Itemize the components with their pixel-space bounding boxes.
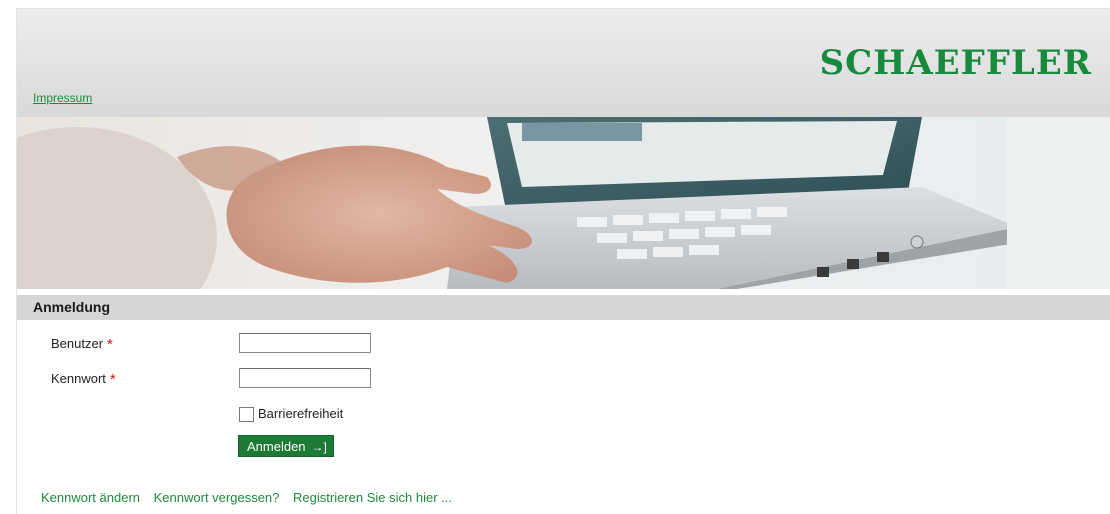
required-marker: * [107,336,113,353]
section-title: Anmeldung [33,299,110,315]
laptop-hands-photo [17,117,1110,289]
change-password-link[interactable]: Kennwort ändern [41,490,140,505]
required-marker: * [109,371,116,388]
accessibility-checkbox[interactable] [239,407,254,422]
login-button-label: Anmelden [247,439,306,454]
impressum-link[interactable]: Impressum [33,91,92,105]
username-input[interactable] [239,333,371,353]
user-label: Benutzer * [51,335,113,353]
password-label: Kennwort * [51,370,116,388]
user-label-text: Benutzer [51,336,104,351]
password-input[interactable] [239,368,371,388]
header: Impressum SCHAEFFLER [17,9,1110,117]
password-label-text: Kennwort [51,371,106,386]
schaeffler-logo: SCHAEFFLER [819,43,1092,83]
login-button[interactable]: Anmelden →] [238,435,334,457]
footer-links: Kennwort ändern Kennwort vergessen? Regi… [41,490,462,505]
banner-image [17,117,1110,289]
forgot-password-link[interactable]: Kennwort vergessen? [154,490,280,505]
section-header: Anmeldung [17,295,1110,320]
register-link[interactable]: Registrieren Sie sich hier ... [293,490,452,505]
login-arrow-icon: →] [311,440,327,454]
login-page: Impressum SCHAEFFLER Anmeldung Benutzer … [16,8,1110,514]
accessibility-label: Barrierefreiheit [258,406,344,421]
